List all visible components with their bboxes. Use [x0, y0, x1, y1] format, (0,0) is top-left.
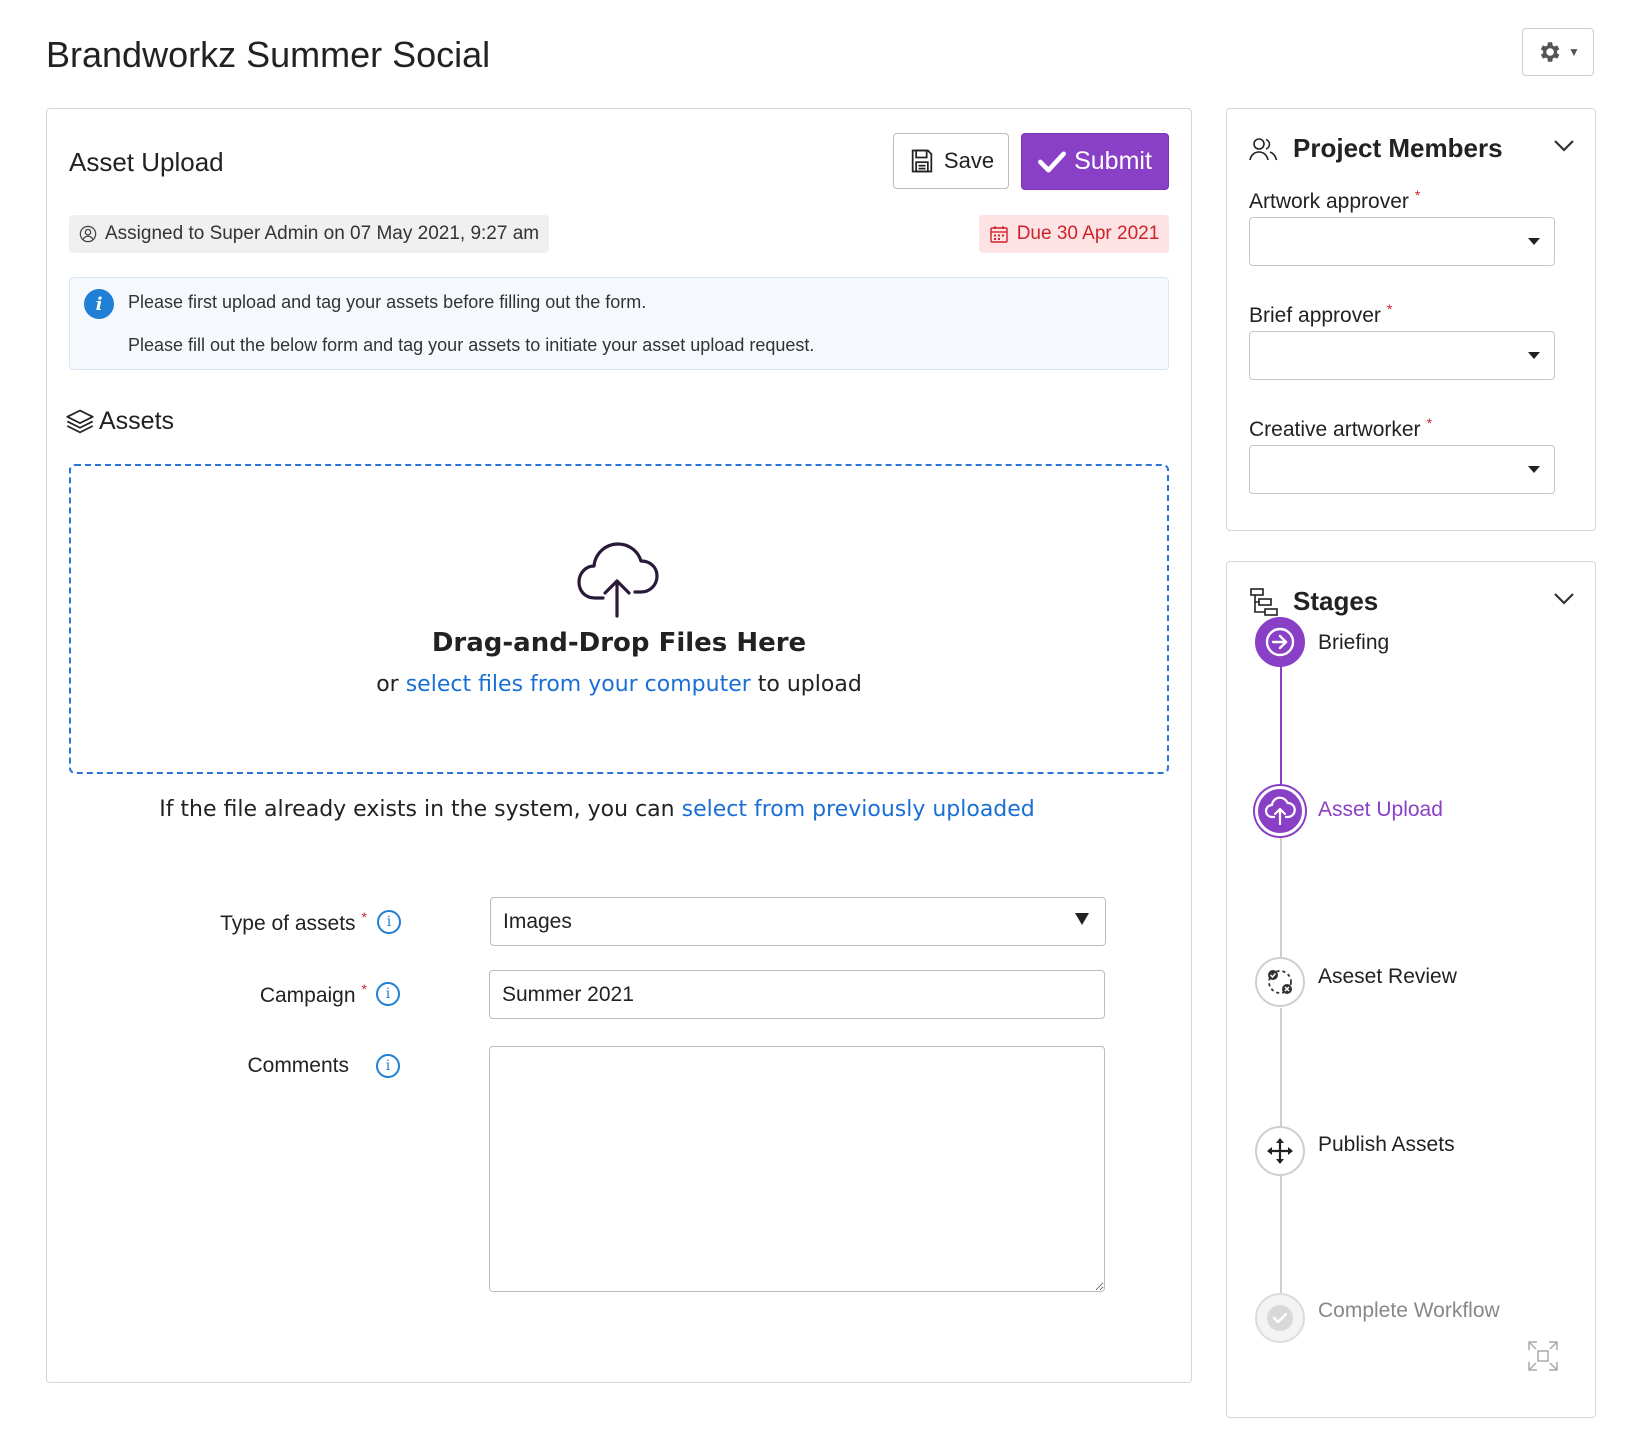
caret-down-icon — [1528, 238, 1540, 245]
chevron-down-icon[interactable] — [1553, 592, 1575, 606]
task-title: Asset Upload — [69, 147, 224, 177]
check-circle-icon — [1267, 1305, 1293, 1331]
assets-heading: Assets — [65, 407, 174, 436]
artwork-approver-label: Artwork approver * — [1249, 187, 1421, 213]
arrow-right-circle-icon — [1265, 627, 1295, 657]
assets-heading-label: Assets — [99, 407, 175, 435]
layers-icon — [66, 409, 94, 433]
required-mark: * — [361, 981, 367, 997]
project-members-panel: Project Members Artwork approver * Brief … — [1226, 108, 1596, 531]
due-date-text: Due 30 Apr 2021 — [1016, 223, 1160, 244]
gear-icon — [1540, 42, 1560, 62]
chevron-down-icon[interactable] — [1553, 139, 1575, 153]
caret-down-icon — [1528, 466, 1540, 473]
calendar-icon — [989, 226, 1008, 243]
task-panel: Asset Upload Save Submit Assigned to Sup… — [46, 108, 1192, 1383]
submit-button[interactable]: Submit — [1021, 133, 1169, 190]
stage-publish-assets-label[interactable]: Publish Assets — [1318, 1133, 1455, 1157]
floppy-disk-icon — [911, 149, 933, 173]
info-alert: i Please first upload and tag your asset… — [69, 277, 1169, 370]
dropzone-title: Drag-and-Drop Files Here — [431, 628, 807, 658]
stage-asset-review-label[interactable]: Aseset Review — [1318, 965, 1457, 989]
stage-publish-assets-node[interactable] — [1255, 1126, 1305, 1176]
settings-menu-button[interactable]: ▼ — [1522, 28, 1594, 76]
stage-briefing-label[interactable]: Briefing — [1318, 631, 1389, 655]
campaign-input[interactable] — [489, 970, 1105, 1019]
comments-info-icon[interactable]: i — [376, 1054, 400, 1078]
previous-upload-prefix: If the file already exists in the system… — [159, 797, 675, 822]
creative-artworker-select[interactable] — [1249, 445, 1555, 494]
stage-asset-upload-node[interactable] — [1255, 786, 1305, 836]
info-icon: i — [84, 289, 114, 319]
page-title: Brandworkz Summer Social — [46, 34, 491, 75]
dropzone-subtitle: or select files from your computer to up… — [71, 672, 1167, 697]
type-of-assets-label: Type of assets * — [220, 909, 367, 935]
type-of-assets-value: Images — [503, 909, 572, 933]
artwork-approver-select[interactable] — [1249, 217, 1555, 266]
brief-approver-select[interactable] — [1249, 331, 1555, 380]
select-files-link[interactable]: select files from your computer — [406, 672, 751, 697]
user-circle-icon — [79, 225, 97, 243]
checkmark-icon — [1038, 151, 1067, 173]
save-button[interactable]: Save — [893, 133, 1009, 189]
submit-button-label: Submit — [1074, 147, 1152, 175]
project-members-title: Project Members — [1293, 133, 1503, 163]
required-mark: * — [1386, 301, 1393, 317]
stages-title: Stages — [1293, 586, 1379, 616]
dropzone-prefix: or — [376, 672, 399, 697]
hierarchy-icon — [1250, 587, 1278, 616]
dropzone-suffix: to upload — [757, 672, 862, 697]
previous-upload-hint: If the file already exists in the system… — [47, 797, 1147, 822]
required-mark: * — [1414, 187, 1421, 203]
due-date-badge: Due 30 Apr 2021 — [979, 215, 1169, 253]
campaign-label: Campaign * — [259, 981, 367, 1007]
save-button-label: Save — [943, 148, 995, 173]
caret-down-icon — [1075, 913, 1089, 925]
stage-complete-workflow-label: Complete Workflow — [1318, 1299, 1500, 1322]
stage-briefing-node[interactable] — [1255, 617, 1305, 667]
caret-down-icon — [1528, 352, 1540, 359]
type-of-assets-select[interactable]: Images — [490, 897, 1106, 946]
chevron-down-icon: ▼ — [1568, 45, 1580, 59]
stage-asset-upload-label[interactable]: Asset Upload — [1318, 798, 1443, 822]
stage-complete-workflow-node — [1255, 1293, 1305, 1343]
stages-panel: Stages Briefing Asset Upload Aseset Revi… — [1226, 561, 1596, 1418]
brief-approver-label: Brief approver * — [1249, 301, 1393, 327]
required-mark: * — [1426, 415, 1433, 431]
type-info-icon[interactable]: i — [377, 910, 401, 934]
expand-icon[interactable] — [1527, 1340, 1559, 1372]
cloud-upload-icon — [577, 542, 659, 618]
file-dropzone[interactable]: Drag-and-Drop Files Here or select files… — [69, 464, 1169, 774]
select-previous-link[interactable]: select from previously uploaded — [682, 797, 1035, 822]
assigned-badge: Assigned to Super Admin on 07 May 2021, … — [69, 215, 550, 253]
assigned-text: Assigned to Super Admin on 07 May 2021, … — [105, 223, 540, 244]
stage-asset-review-node[interactable] — [1255, 957, 1305, 1007]
info-message-1: Please first upload and tag your assets … — [128, 292, 647, 312]
info-message-2: Please fill out the below form and tag y… — [128, 335, 815, 355]
cloud-upload-icon — [1264, 796, 1296, 826]
stages-header[interactable]: Stages — [1249, 586, 1378, 617]
users-icon — [1249, 137, 1278, 160]
review-cycle-icon — [1268, 970, 1292, 994]
campaign-info-icon[interactable]: i — [376, 982, 400, 1006]
comments-label: Comments — [247, 1054, 349, 1077]
creative-artworker-label: Creative artworker * — [1249, 415, 1433, 441]
required-mark: * — [361, 909, 367, 925]
move-arrows-icon — [1267, 1138, 1293, 1164]
comments-textarea[interactable] — [489, 1046, 1105, 1292]
project-members-header[interactable]: Project Members — [1249, 133, 1503, 164]
